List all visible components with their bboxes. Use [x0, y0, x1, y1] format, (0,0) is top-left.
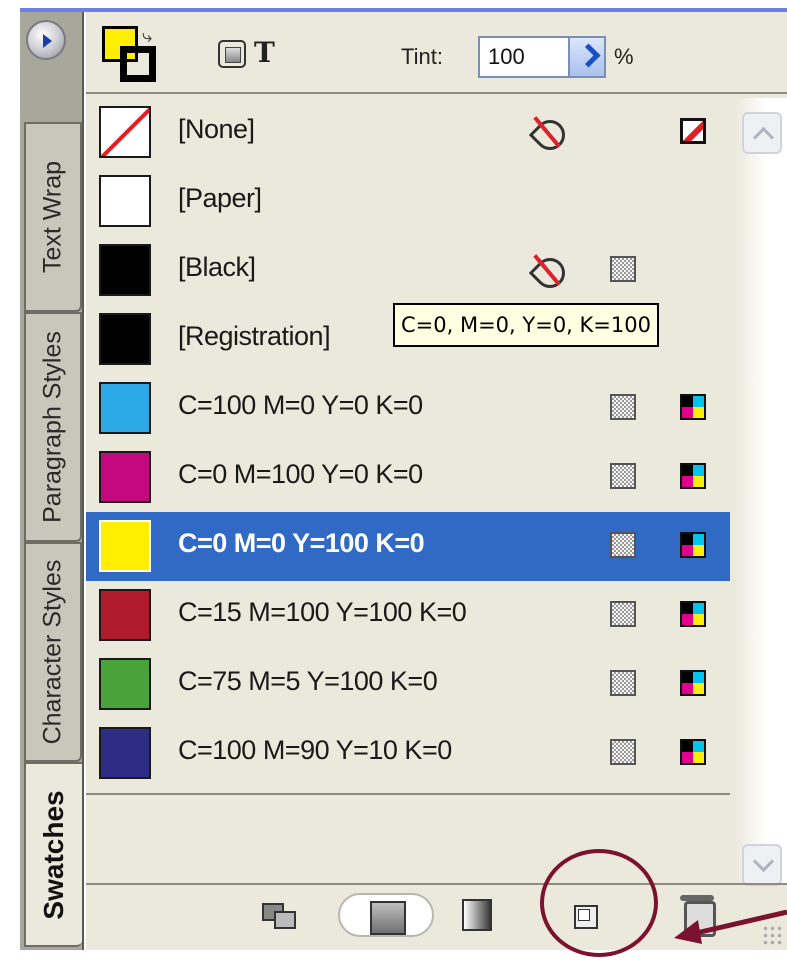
tab-text-wrap[interactable]: Text Wrap	[24, 122, 82, 312]
swatch-name: C=0 M=0 Y=100 K=0	[178, 528, 425, 558]
show-color-swatches-icon[interactable]	[338, 893, 434, 937]
swatches-panel: ⤷ T Tint: % [None] [Paper] [Black] [Registr…	[84, 12, 787, 950]
swatch-name: [Registration]	[178, 321, 331, 351]
swatch-row[interactable]: C=100 M=0 Y=0 K=0	[86, 374, 730, 443]
tab-swatches[interactable]: Swatches	[24, 762, 82, 947]
process-color-icon	[610, 670, 636, 696]
swatch-name: C=15 M=100 Y=100 K=0	[178, 597, 467, 627]
process-color-icon	[610, 463, 636, 489]
swatch-color-chip	[99, 727, 151, 779]
process-color-icon	[610, 532, 636, 558]
cmyk-mode-icon	[680, 532, 706, 558]
swatch-name: [Black]	[178, 252, 256, 282]
swatch-color-chip	[99, 175, 151, 227]
none-mode-icon	[680, 118, 706, 144]
swatch-row[interactable]: C=0 M=0 Y=100 K=0	[86, 512, 730, 581]
show-all-swatches-icon[interactable]	[262, 901, 298, 931]
show-gradient-swatches-icon[interactable]	[462, 899, 492, 931]
tint-label: Tint:	[401, 44, 443, 69]
no-edit-pencil-icon	[531, 254, 561, 284]
swatch-name: [None]	[178, 114, 255, 144]
list-divider	[86, 793, 730, 795]
process-color-icon	[610, 394, 636, 420]
swatch-name: [Paper]	[178, 183, 262, 213]
collapse-panel-button[interactable]	[26, 20, 66, 60]
stroke-swatch[interactable]	[120, 46, 156, 82]
percent-label: %	[614, 44, 634, 69]
tab-label: Text Wrap	[38, 160, 67, 274]
swatches-bottom-bar	[86, 883, 787, 950]
delete-swatch-icon[interactable]	[678, 893, 718, 943]
swatch-color-chip	[99, 313, 151, 365]
swatch-color-chip	[99, 520, 151, 572]
swatch-color-chip	[99, 451, 151, 503]
swap-fill-stroke-icon[interactable]: ⤷	[142, 26, 152, 47]
process-color-icon	[610, 601, 636, 627]
scroll-down-button[interactable]	[742, 844, 782, 886]
swatches-toolbar: ⤷ T Tint: %	[86, 12, 787, 94]
tab-paragraph-styles[interactable]: Paragraph Styles	[24, 312, 82, 542]
swatch-row[interactable]: [None]	[86, 98, 730, 167]
swatch-color-chip	[99, 106, 151, 158]
swatch-row[interactable]: C=75 M=5 Y=100 K=0	[86, 650, 730, 719]
cmyk-mode-icon	[680, 394, 706, 420]
swatch-row[interactable]: [Black]	[86, 236, 730, 305]
formatting-affects-text-button[interactable]: T	[254, 36, 275, 69]
swatch-color-chip	[99, 658, 151, 710]
tint-input[interactable]	[478, 36, 570, 78]
tab-label: Swatches	[38, 789, 69, 920]
swatch-name: C=0 M=100 Y=0 K=0	[178, 459, 423, 489]
swatch-color-chip	[99, 589, 151, 641]
cmyk-mode-icon	[680, 670, 706, 696]
swatch-row[interactable]: C=100 M=90 Y=10 K=0	[86, 719, 730, 788]
fill-stroke-selector[interactable]: ⤷	[102, 26, 164, 84]
process-color-icon	[610, 256, 636, 282]
swatch-tooltip: C=0, M=0, Y=0, K=100	[393, 303, 659, 347]
swatch-name: C=100 M=90 Y=10 K=0	[178, 735, 452, 765]
cmyk-mode-icon	[680, 601, 706, 627]
new-swatch-icon[interactable]	[574, 905, 598, 929]
scroll-up-button[interactable]	[742, 112, 782, 154]
tint-slider-button[interactable]	[570, 36, 606, 78]
tab-character-styles[interactable]: Character Styles	[24, 542, 82, 762]
vertical-scrollbar[interactable]	[734, 98, 787, 886]
swatch-list: [None] [Paper] [Black] [Registration] C=100 …	[86, 98, 730, 793]
indesign-swatches-window: Text Wrap Paragraph Styles Character Sty…	[0, 0, 787, 960]
swatch-color-chip	[99, 382, 151, 434]
cmyk-mode-icon	[680, 463, 706, 489]
tab-label: Character Styles	[38, 559, 67, 745]
swatch-name: C=75 M=5 Y=100 K=0	[178, 666, 438, 696]
tab-label: Paragraph Styles	[38, 331, 67, 523]
swatch-row[interactable]: [Paper]	[86, 167, 730, 236]
swatch-row[interactable]: C=0 M=100 Y=0 K=0	[86, 443, 730, 512]
cmyk-mode-icon	[680, 739, 706, 765]
formatting-affects-container-button[interactable]	[218, 40, 246, 68]
panel-tab-strip: Text Wrap Paragraph Styles Character Sty…	[20, 12, 84, 950]
process-color-icon	[610, 739, 636, 765]
swatch-color-chip	[99, 244, 151, 296]
swatch-name: C=100 M=0 Y=0 K=0	[178, 390, 423, 420]
resize-grip-icon[interactable]	[762, 925, 784, 947]
swatch-row[interactable]: C=15 M=100 Y=100 K=0	[86, 581, 730, 650]
no-edit-pencil-icon	[531, 116, 561, 146]
